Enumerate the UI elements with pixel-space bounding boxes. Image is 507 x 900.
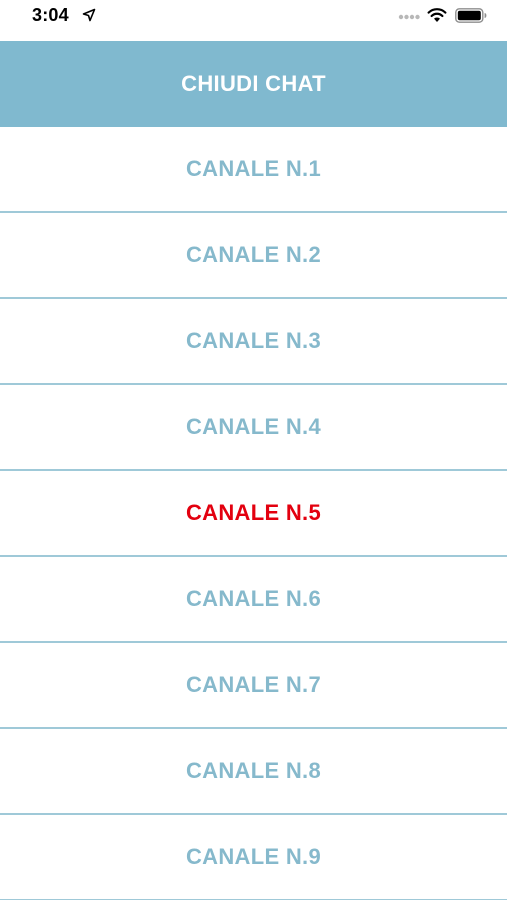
channel-label: CANALE N.2	[185, 242, 321, 267]
channel-label: CANALE N.7	[185, 672, 321, 697]
channel-list: CANALE N.1 CANALE N.2 CANALE N.3 CANALE …	[0, 127, 507, 900]
channel-label: CANALE N.5	[185, 500, 321, 525]
status-time: 3:04	[32, 5, 69, 25]
channel-item-1[interactable]: CANALE N.1	[0, 127, 507, 213]
channel-label: CANALE N.3	[185, 328, 321, 353]
status-bar: 3:04	[0, 0, 507, 41]
channel-item-4[interactable]: CANALE N.4	[0, 385, 507, 471]
wifi-icon	[427, 8, 447, 22]
channel-label: CANALE N.4	[185, 414, 321, 439]
location-arrow-icon	[82, 8, 96, 22]
channel-item-8[interactable]: CANALE N.8	[0, 729, 507, 815]
channel-label: CANALE N.1	[185, 156, 321, 181]
channel-item-2[interactable]: CANALE N.2	[0, 213, 507, 299]
channel-item-9[interactable]: CANALE N.9	[0, 815, 507, 900]
close-chat-label: CHIUDI CHAT	[181, 71, 326, 96]
chat-channel-screen: 3:04 CHIUDI CHAT CANALE N.1 CANALE N.2 C…	[0, 0, 507, 900]
channel-label: CANALE N.8	[185, 758, 321, 783]
channel-label: CANALE N.9	[185, 844, 321, 869]
channel-item-6[interactable]: CANALE N.6	[0, 557, 507, 643]
channel-item-5[interactable]: CANALE N.5	[0, 471, 507, 557]
channel-item-3[interactable]: CANALE N.3	[0, 299, 507, 385]
signal-dots-icon	[398, 14, 420, 20]
channel-item-7[interactable]: CANALE N.7	[0, 643, 507, 729]
channel-label: CANALE N.6	[185, 586, 321, 611]
close-chat-button[interactable]: CHIUDI CHAT	[0, 41, 507, 127]
battery-icon	[455, 8, 487, 23]
